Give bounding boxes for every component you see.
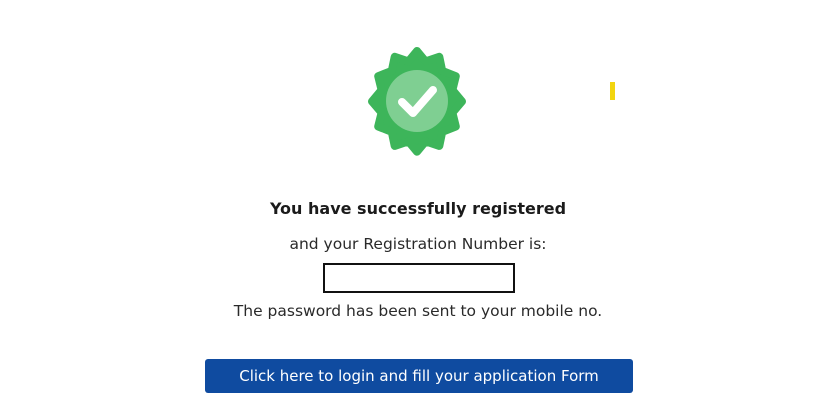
check-badge-icon — [358, 46, 476, 164]
text-cursor-marker — [610, 82, 615, 100]
login-and-fill-form-button[interactable]: Click here to login and fill your applic… — [205, 359, 633, 393]
registration-number-label: and your Registration Number is: — [289, 235, 547, 253]
password-sent-note: The password has been sent to your mobil… — [233, 302, 603, 320]
success-title: You have successfully registered — [269, 199, 567, 218]
registration-number-box — [323, 263, 515, 293]
registration-success-page: You have successfully registered and you… — [0, 0, 833, 420]
